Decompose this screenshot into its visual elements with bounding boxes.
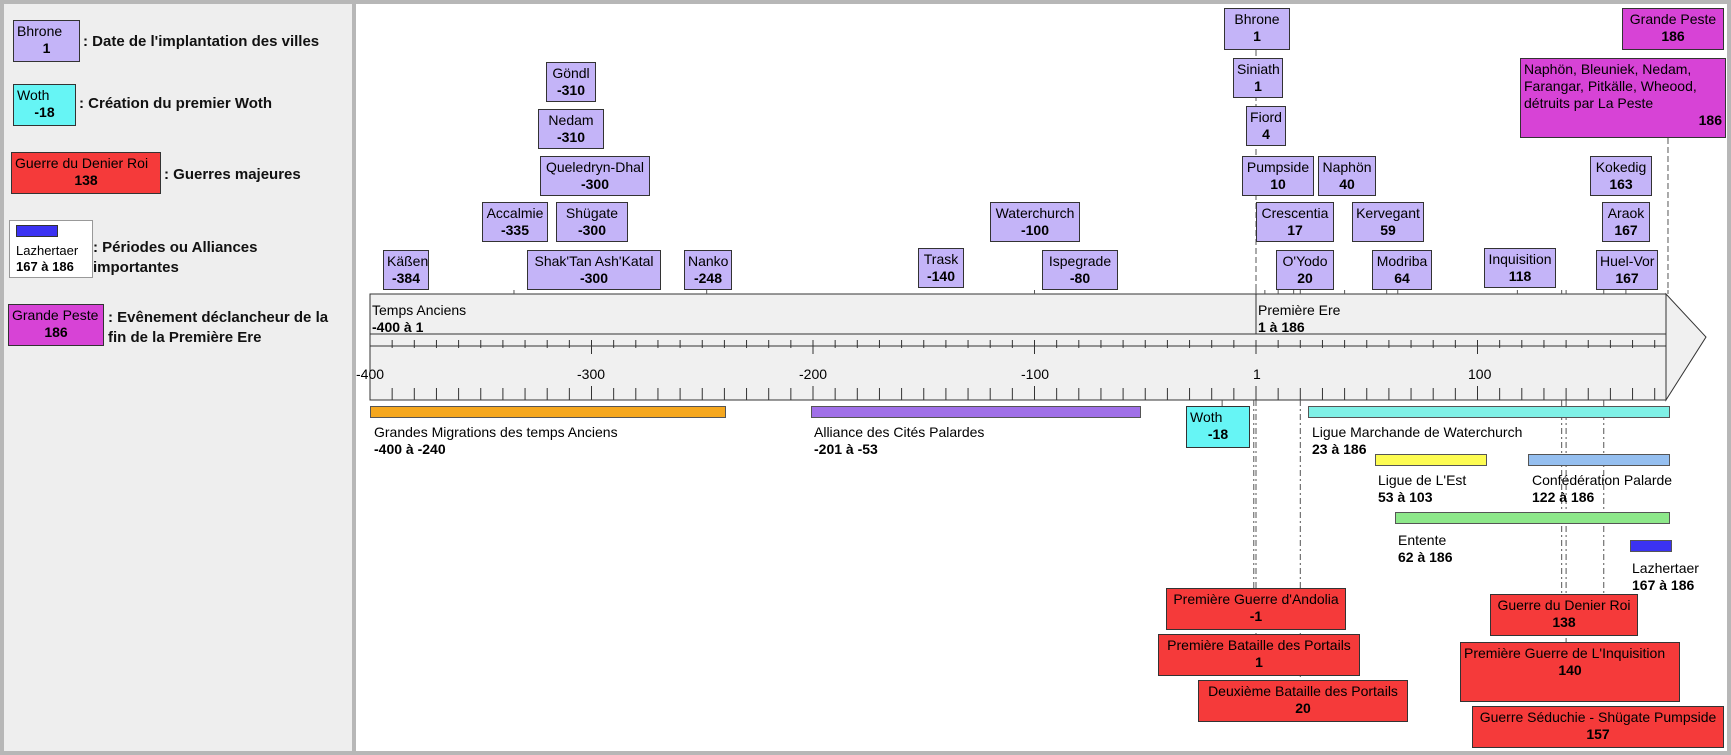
legend-city-box: Bhrone 1 (13, 20, 80, 62)
tick-label: -200 (799, 366, 828, 382)
period-label: Entente 62 à 186 (1398, 532, 1453, 565)
tick-label: 100 (1468, 366, 1492, 382)
city-box: Waterchurch -100 (990, 202, 1080, 242)
city-box: Kokedig 163 (1590, 156, 1652, 196)
city-box: Modriba 64 (1372, 250, 1432, 290)
city-box: Araok 167 (1602, 202, 1650, 242)
period-bar (1308, 406, 1670, 418)
era-band (369, 293, 1667, 335)
period-label: Alliance des Cités Palardes -201 à -53 (814, 424, 985, 457)
tick-label: 1 (1253, 366, 1261, 382)
city-box: Naphön 40 (1318, 156, 1376, 196)
plague-destruction-box: Naphön, Bleuniek, Nedam, Farangar, Pitkä… (1520, 58, 1726, 138)
city-box: Käßen -384 (383, 250, 429, 290)
era-temps-anciens: Temps Anciens -400 à 1 (372, 302, 467, 335)
city-box: Crescentia 17 (1256, 202, 1334, 242)
legend-woth-box: Woth -18 (13, 84, 76, 126)
city-box: Shügate -300 (556, 202, 628, 242)
period-label: Ligue Marchande de Waterchurch 23 à 186 (1312, 424, 1523, 457)
period-label: Ligue de L'Est 53 à 103 (1378, 472, 1467, 505)
legend-city-text: : Date de l'implantation des villes (83, 33, 320, 50)
legend-period-text: : Périodes ou Alliances importantes (93, 239, 258, 276)
period-bar (1630, 540, 1672, 552)
war-box: Guerre du Denier Roi 138 (1490, 594, 1638, 636)
city-box: Trask -140 (918, 248, 964, 288)
city-box: Inquisition 118 (1484, 248, 1556, 288)
period-label: Grandes Migrations des temps Anciens -400… (374, 424, 618, 457)
war-box: Première Guerre d'Andolia -1 (1166, 588, 1346, 630)
legend-war-box: Guerre du Denier Roi 138 (11, 152, 161, 194)
city-box: Nedam -310 (538, 109, 604, 149)
grande-peste-box: Grande Peste 186 (1622, 8, 1724, 50)
city-box: Fiord 4 (1246, 106, 1286, 146)
period-bar (1528, 454, 1670, 466)
war-box: Deuxième Bataille des Portails 20 (1198, 680, 1408, 722)
war-box: Guerre Séduchie - Shügate Pumpside 157 (1472, 706, 1724, 748)
city-box: Siniath 1 (1233, 58, 1283, 98)
legend-woth-text: : Création du premier Woth (79, 95, 273, 112)
war-box: Première Guerre de L'Inquisition 140 (1460, 642, 1680, 702)
city-box: Kervegant 59 (1352, 202, 1424, 242)
city-box: Bhrone 1 (1224, 8, 1290, 50)
city-box: Ispegrade -80 (1042, 250, 1118, 290)
legend-plague-text: : Evênement déclancheur de la fin de la … (108, 309, 329, 346)
period-bar (1395, 512, 1670, 524)
city-box: Queledryn-Dhal -300 (540, 156, 650, 196)
period-label: Confédération Palarde 122 à 186 (1532, 472, 1673, 505)
woth-box: Woth -18 (1186, 406, 1250, 448)
city-box: Nanko -248 (684, 250, 732, 290)
period-label: Lazhertaer 167 à 186 (1632, 560, 1699, 593)
timeline-chart: Temps Anciens -400 à 1 Première Ere 1 à … (356, 4, 1727, 751)
legend-period-label: Lazhertaer 167 à 186 (16, 243, 79, 274)
city-box: Huel-Vor 167 (1596, 250, 1658, 290)
legend-period-swatch (16, 225, 58, 237)
legend-panel: Bhrone 1 : Date de l'implantation des vi… (4, 4, 352, 751)
period-bar (811, 406, 1141, 418)
legend-war-text: : Guerres majeures (164, 166, 301, 183)
city-box: Pumpside 10 (1242, 156, 1314, 196)
era-premiere-ere: Première Ere 1 à 186 (1258, 302, 1341, 335)
period-bar (1375, 454, 1487, 466)
city-box: O'Yodo 20 (1276, 250, 1334, 290)
legend-period-box: Lazhertaer 167 à 186 (9, 220, 93, 278)
period-bar (370, 406, 726, 418)
tick-label: -300 (577, 366, 606, 382)
city-box: Shak'Tan Ash'Katal -300 (527, 250, 661, 290)
legend-plague-box: Grande Peste 186 (8, 304, 104, 346)
war-box: Première Bataille des Portails 1 (1158, 634, 1360, 676)
tick-label: -100 (1021, 366, 1050, 382)
city-box: Accalmie -335 (482, 202, 548, 242)
city-box: Göndl -310 (546, 62, 596, 102)
tick-label: -400 (356, 366, 385, 382)
